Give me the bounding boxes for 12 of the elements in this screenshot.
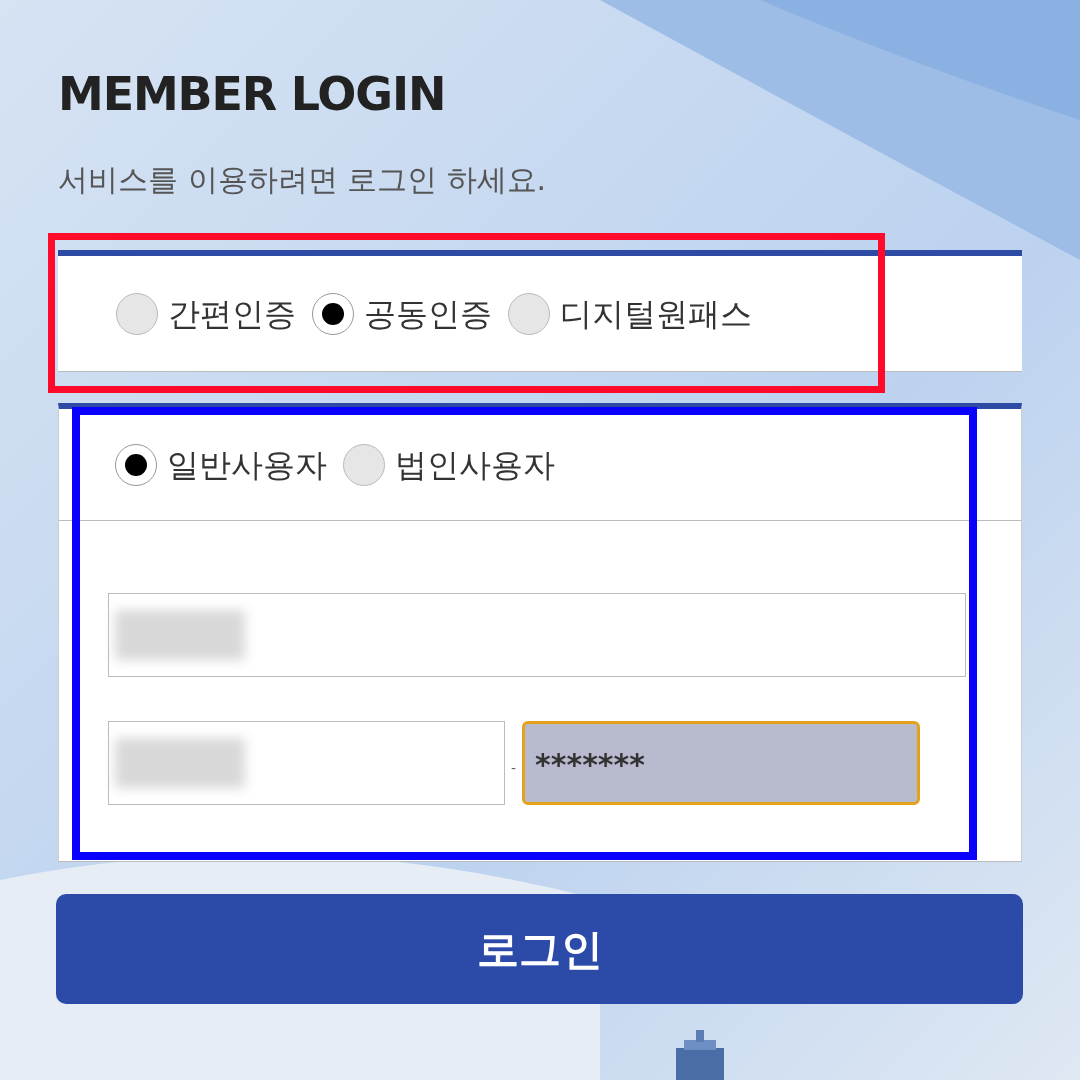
radio-option[interactable]: 간편인증 xyxy=(116,289,296,338)
subtitle: 서비스를 이용하려면 로그인 하세요. xyxy=(58,161,547,199)
password-field[interactable]: ******* xyxy=(522,721,921,805)
page-title: MEMBER LOGIN xyxy=(58,66,446,123)
radio-option[interactable]: 디지털원패스 xyxy=(508,289,752,338)
radio-option[interactable]: 공동인증 xyxy=(312,289,492,338)
input-field[interactable] xyxy=(108,721,505,805)
login-button[interactable]: 로그인 xyxy=(56,894,1023,1004)
input-field[interactable] xyxy=(108,593,966,677)
radio-option[interactable]: 법인사용자 xyxy=(343,440,555,489)
separator: - xyxy=(511,758,517,778)
radio-option[interactable]: 일반사용자 xyxy=(115,440,327,489)
